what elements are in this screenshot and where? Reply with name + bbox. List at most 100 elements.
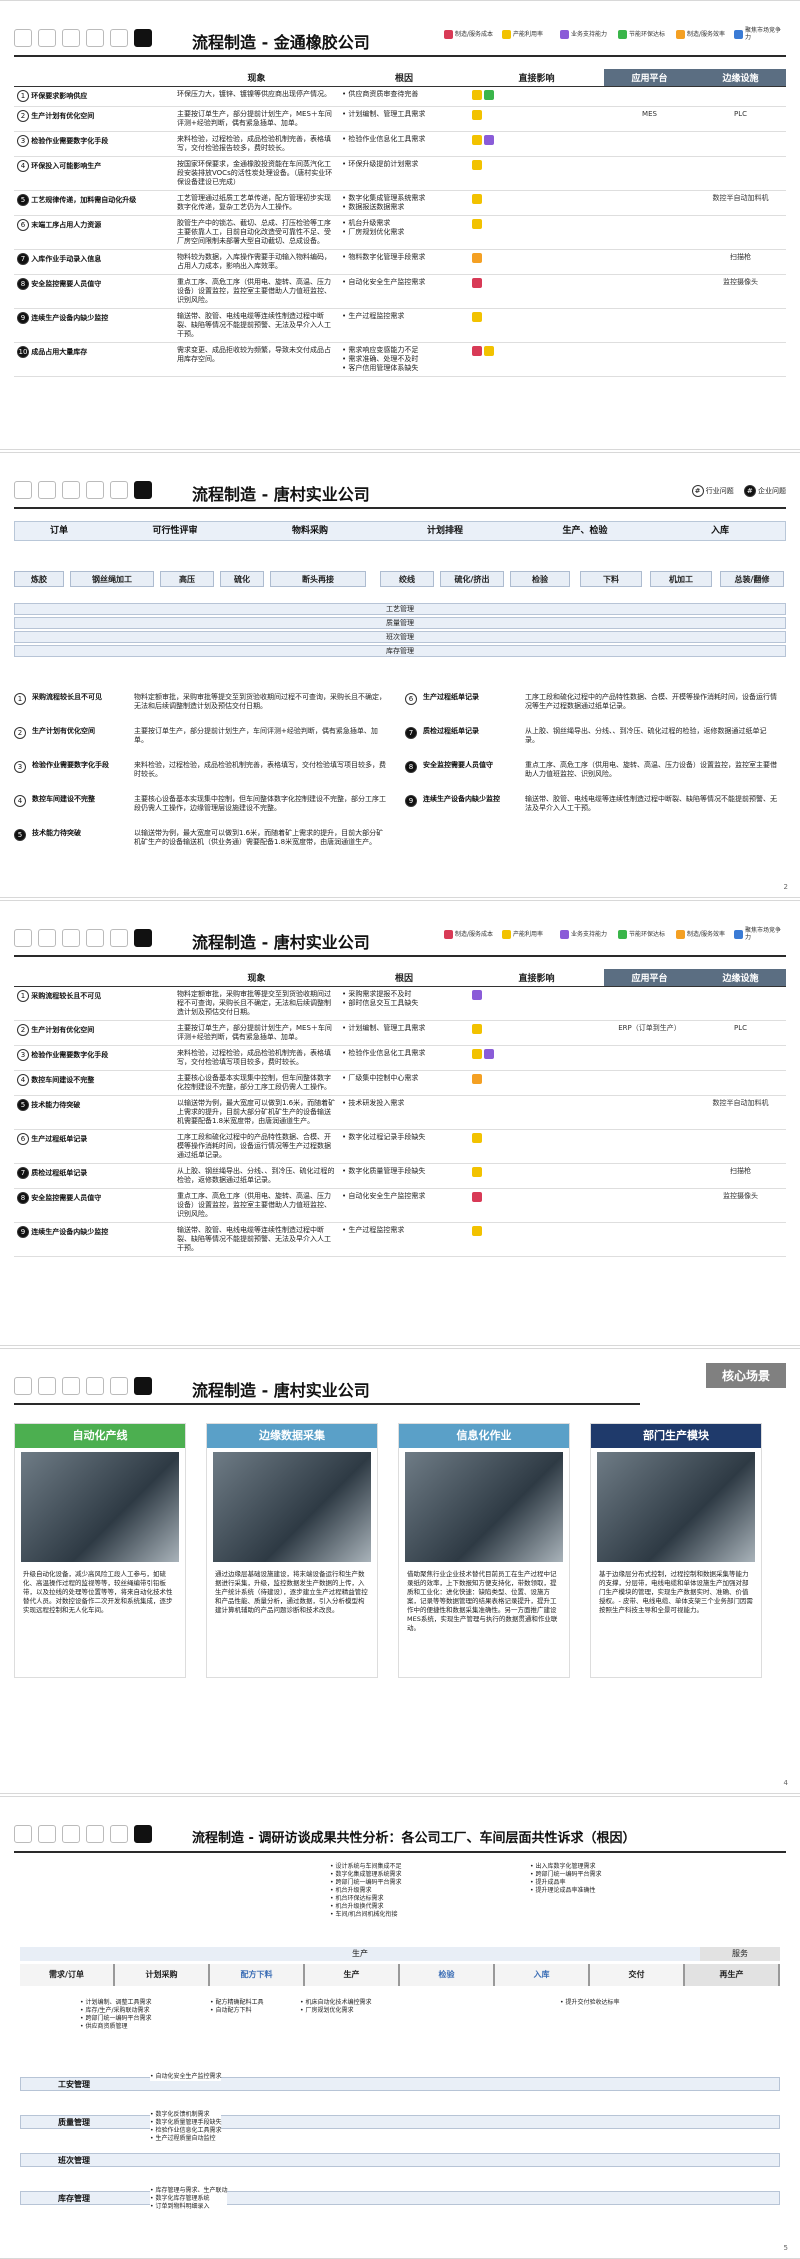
edge-cell xyxy=(695,156,786,191)
root-item: 计划编制、管理工具需求 xyxy=(342,1024,466,1033)
root-item: 部时信息交互工具缺失 xyxy=(342,999,466,1008)
problem-cell: 7 入库作业手动录入信息 xyxy=(14,249,174,275)
root-item: 自动化安全生产监控需求 xyxy=(342,1192,466,1201)
lane-items: 数字化反馈机制需求数字化质量管理手段缺失检验作业信息化工具需求生产过程质量自动监… xyxy=(150,2111,222,2143)
problem-title: 生产计划有优化空间 xyxy=(31,112,95,120)
list-item: 设计系统与车间集成不足 xyxy=(330,1863,401,1871)
table-row: 4 数控车间建设不完整 主要核心设备基本实现集中控制，但车间整体数字化控制建设不完… xyxy=(14,1070,786,1096)
legend-swatch xyxy=(444,929,453,939)
substep-0: 炼胶 xyxy=(14,571,64,587)
issue-title: 质检过程纸单记录 xyxy=(423,727,479,735)
step-4: 检验 xyxy=(400,1964,495,1986)
lane-items: 自动化安全生产监控需求 xyxy=(150,2073,222,2081)
legend-item: 产能利用率 xyxy=(502,927,554,941)
issue-title: 技术能力待突破 xyxy=(32,829,81,837)
platform-cell xyxy=(604,274,695,309)
impact-icon xyxy=(472,1024,482,1034)
edge-cell xyxy=(695,342,786,377)
issue-desc: 来料检验，过程检验，成品检验机制完善，表格填写，交付检验填写项目较多，费时较长。 xyxy=(134,761,386,778)
root-item: 环保升级提前计划需求 xyxy=(342,160,466,169)
substep-5: 绞线 xyxy=(380,571,434,587)
edge-cell: 数控半自动加料机 xyxy=(695,190,786,216)
impact-icon xyxy=(472,219,482,229)
legend-swatch xyxy=(502,929,511,939)
legend-label: 节能环保达标 xyxy=(629,930,666,938)
platform-cell xyxy=(604,1045,695,1071)
phenomenon-cell: 物料定额审批，采购审批等提交至到货验收期间过程不可查询，采购长且不确定，无法和后… xyxy=(174,986,339,1021)
list-item: 供应商资质管理 xyxy=(80,2023,151,2031)
substep-4: 断头再接 xyxy=(270,571,366,587)
root-list: 检验作业信息化工具需求 xyxy=(342,135,466,144)
logo-icon xyxy=(62,29,80,47)
top-left-list: 设计系统与车间集成不足数字化集成管理系统需求跨部门统一编码平台需求机台升级需求机… xyxy=(330,1863,401,1919)
problem-cell: 4 数控车间建设不完整 xyxy=(14,1070,174,1096)
row-number: 2 xyxy=(17,1024,29,1036)
impact-icon xyxy=(484,1049,494,1059)
root-item: 生产过程监控需求 xyxy=(342,1226,466,1235)
issue-desc: 主要核心设备基本实现集中控制，但车间整体数字化控制建设不完整，部分工序工段仍需人… xyxy=(134,795,386,812)
legend-label: 产能利用率 xyxy=(513,930,544,938)
phenomenon-cell: 来料检验，过程检验，成品检验机制完善，表格填写，交付检验填写项目较多，费时较长。 xyxy=(174,1045,339,1071)
legend-item: 聚焦市场竞争力 xyxy=(734,27,786,41)
lane-name: 班次管理 xyxy=(58,2156,90,2165)
tag-icon: # xyxy=(691,485,704,497)
col-impact: 直接影响 xyxy=(469,969,604,987)
slide-2: 流程制造 - 唐村实业公司 # 行业问题 # 企业问题 订单 可行性评审 物料采购 计… xyxy=(0,452,800,898)
row-number: 6 xyxy=(17,219,29,231)
logo-icon xyxy=(110,29,128,47)
issue-title: 生产计划有优化空间 xyxy=(32,727,95,735)
problem-title: 质检过程纸单记录 xyxy=(31,1169,88,1177)
mid-list-a: 计划编制、调整工具需求库存/生产/采购联动需求跨部门统一编码平台需求供应商资质管… xyxy=(80,1999,151,2031)
logo-icon xyxy=(14,29,32,47)
edge-cell: 监控摄像头 xyxy=(695,274,786,309)
card-photo xyxy=(597,1452,755,1562)
edge-cell xyxy=(695,1045,786,1071)
impact-icon xyxy=(472,278,482,288)
list-item: 机台升级换代需求 xyxy=(330,1903,401,1911)
logo-strip xyxy=(14,1825,152,1843)
root-list: 数字化过程记录手段缺失 xyxy=(342,1133,466,1142)
problem-title: 环保投入可能影响生产 xyxy=(31,162,102,170)
page-title: 流程制造 - 唐村实业公司 xyxy=(192,933,370,952)
root-item: 数字化集成管理系统需求 xyxy=(342,194,466,203)
legend-label: 制造/服务效率 xyxy=(687,930,726,938)
impact-cell xyxy=(469,190,604,216)
row-number: 5 xyxy=(17,194,29,206)
problem-cell: 1 环保要求影响供应 xyxy=(14,86,174,107)
list-item: 生产过程质量自动监控 xyxy=(150,2135,221,2143)
scenario-card: 部门生产模块 基于边缘层分布式控制，过程控制和数据采集等能力的支撑，分层带，电线电… xyxy=(590,1423,762,1678)
slide-header: 流程制造 - 金通橡胶公司 制造/服务成本 产能利用率 业务支持能力 节能环保达标 制造… xyxy=(14,25,786,57)
table-row: 7 质检过程纸单记录 从上胶、钢丝绳导出、分线、、到冷压、硫化过程的检验，返修数据… xyxy=(14,1163,786,1189)
list-item: 检验作业信息化工具需求 xyxy=(150,2127,221,2135)
table-row: 5 技术能力待突破 以输送带为例，最大宽度可以做到1.6米，而随着矿上需求的提升，… xyxy=(14,1095,786,1130)
col-edge: 边缘设施 xyxy=(695,969,786,987)
mgmt-lane xyxy=(20,2191,780,2205)
problem-cell: 2 生产计划有优化空间 xyxy=(14,1020,174,1046)
stage-2: 物料采购 xyxy=(291,526,328,536)
page-number: 5 xyxy=(783,2244,788,2252)
impact-cell xyxy=(469,249,604,275)
problem-cell: 6 生产过程纸单记录 xyxy=(14,1129,174,1164)
mid-list-d: 提升交付验收达标率 xyxy=(560,1999,619,2007)
list-item: 跨部门统一编码平台需求 xyxy=(80,2015,151,2023)
table-row: 8 安全监控需要人员值守 重点工序、高危工序（供用电、旋转、高温、压力设备）设置监… xyxy=(14,1188,786,1223)
step-6: 交付 xyxy=(590,1964,685,1986)
problem-cell: 9 连续生产设备内缺少监控 xyxy=(14,1222,174,1257)
logo-icon xyxy=(38,1825,56,1843)
root-list: 数字化质量管理手段缺失 xyxy=(342,1167,466,1176)
impact-cell xyxy=(469,156,604,191)
logo-icon xyxy=(134,929,152,947)
row-number: 9 xyxy=(17,1226,29,1238)
row-number: 2 xyxy=(17,110,29,122)
table-row: 2 生产计划有优化空间 主要按订单生产，部分提前计划生产，MES＋车间评测+经验判… xyxy=(14,106,786,132)
issue-number: 3 xyxy=(14,761,26,773)
list-item: 订单到物料明细录入 xyxy=(150,2203,227,2211)
legend-item: 业务支持能力 xyxy=(560,27,612,41)
phenomenon-cell: 来料检验，过程检验，成品检验机制完善，表格填写，交付检验报告较多，费时较长。 xyxy=(174,131,339,157)
impact-cell xyxy=(469,274,604,309)
tag-label: 行业问题 xyxy=(705,487,734,495)
logo-icon xyxy=(38,29,56,47)
problem-title: 连续生产设备内缺少监控 xyxy=(31,314,109,322)
slide-5: 流程制造 - 调研访谈成果共性分析：各公司工厂、车间层面共性诉求（根因） 设计系… xyxy=(0,1796,800,2259)
issue-title: 采购流程较长且不可见 xyxy=(32,693,102,701)
